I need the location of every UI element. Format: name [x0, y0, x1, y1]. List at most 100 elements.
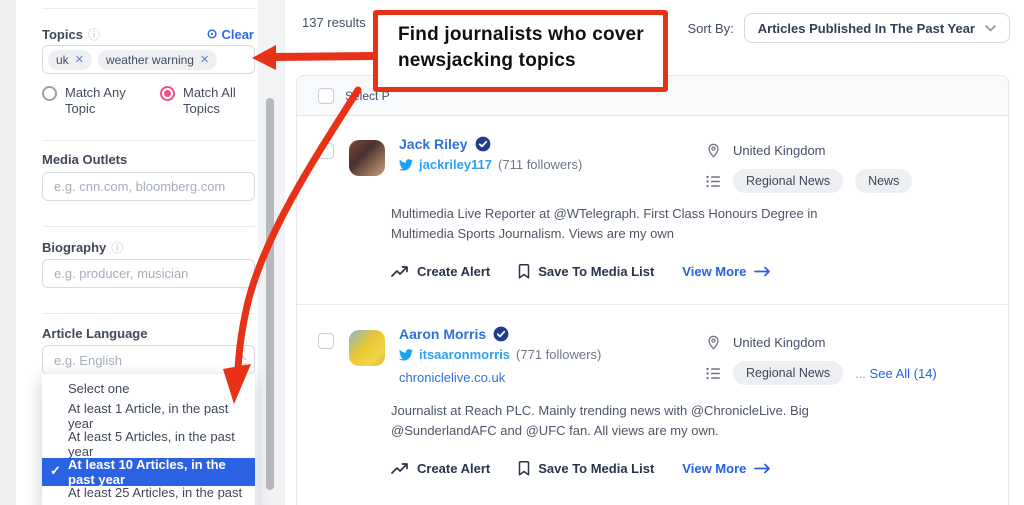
view-more-label: View More	[682, 461, 746, 476]
topics-list-icon	[706, 367, 721, 380]
close-icon[interactable]: ✕	[75, 53, 84, 66]
topics-label: Topics ⓘ	[42, 26, 100, 43]
journalist-card: Aaron Morris itsaaronmorris (771 followe…	[297, 305, 1008, 505]
section-divider	[42, 8, 255, 9]
clear-label: Clear	[221, 27, 254, 42]
journalist-card: Jack Riley jackriley117 (711 followers) …	[297, 116, 1008, 305]
sort-by-value: Articles Published In The Past Year	[758, 21, 975, 36]
see-all-topics: ... See All (14)	[855, 366, 937, 381]
topic-badge[interactable]: Regional News	[733, 169, 843, 193]
biography-label: Biography ⓘ	[42, 239, 123, 256]
clear-icon: ⊙	[207, 26, 218, 42]
topics-list-icon	[706, 175, 721, 188]
followers-count: (771 followers)	[516, 347, 601, 362]
media-outlets-label: Media Outlets	[42, 152, 127, 167]
bookmark-icon	[518, 461, 530, 476]
scrollbar-thumb[interactable]	[266, 98, 274, 490]
section-divider	[42, 313, 255, 314]
close-icon[interactable]: ✕	[200, 53, 209, 66]
topic-tag-label: weather warning	[106, 53, 194, 67]
location-pin-icon	[706, 334, 721, 350]
twitter-icon	[399, 159, 413, 171]
info-icon: ⓘ	[88, 26, 100, 43]
website-link[interactable]: chroniclelive.co.uk	[399, 370, 601, 385]
view-more-label: View More	[682, 264, 746, 279]
articles-count-dropdown: Select one At least 1 Article, in the pa…	[42, 374, 255, 505]
journalist-name-link[interactable]: Jack Riley	[399, 136, 468, 152]
biography-input[interactable]	[42, 259, 255, 288]
verified-badge-icon	[493, 326, 509, 342]
see-all-link[interactable]: See All (14)	[870, 366, 937, 381]
topic-tag[interactable]: weather warning ✕	[98, 50, 217, 70]
journalist-location: United Kingdom	[733, 143, 826, 158]
verified-badge-icon	[475, 136, 491, 152]
match-any-topic-label: Match AnyTopic	[65, 85, 126, 117]
create-alert-button[interactable]: Create Alert	[391, 461, 490, 476]
journalist-bio: Multimedia Live Reporter at @WTelegraph.…	[391, 204, 839, 243]
check-icon: ✓	[50, 463, 61, 479]
info-icon: ⓘ	[111, 239, 123, 256]
topics-input[interactable]: uk ✕ weather warning ✕	[42, 45, 255, 74]
dropdown-option[interactable]: At least 1 Article, in the past year	[42, 402, 255, 430]
journalist-location: United Kingdom	[733, 335, 826, 350]
match-all-topics-radio[interactable]: Match AllTopics	[160, 85, 236, 117]
select-page-checkbox[interactable]	[318, 88, 334, 104]
arrow-right-icon	[754, 266, 771, 277]
avatar[interactable]	[349, 330, 385, 366]
location-pin-icon	[706, 142, 721, 158]
results-list: Select P Jack Riley jackriley117 (711 fo…	[296, 75, 1009, 505]
save-to-media-list-label: Save To Media List	[538, 461, 654, 476]
twitter-handle-link[interactable]: jackriley117	[419, 157, 492, 172]
dropdown-option[interactable]: Select one	[42, 374, 255, 402]
sort-by-dropdown[interactable]: Articles Published In The Past Year	[744, 13, 1010, 43]
article-language-input[interactable]	[42, 345, 255, 375]
create-alert-button[interactable]: Create Alert	[391, 264, 490, 279]
journalist-bio: Journalist at Reach PLC. Mainly trending…	[391, 401, 839, 440]
annotation-text: Find journalists who cover	[398, 22, 663, 48]
dropdown-option[interactable]: At least 25 Articles, in the past year	[42, 486, 255, 505]
radio-unselected-icon[interactable]	[42, 86, 57, 101]
create-alert-label: Create Alert	[417, 461, 490, 476]
match-all-topics-label: Match AllTopics	[183, 85, 236, 117]
topic-badge[interactable]: Regional News	[733, 361, 843, 385]
sidebar-scroll-gutter	[258, 0, 285, 505]
save-to-media-list-label: Save To Media List	[538, 264, 654, 279]
topic-match-options: Match AnyTopic Match AllTopics	[42, 85, 255, 117]
clear-topics-button[interactable]: ⊙ Clear	[207, 26, 254, 42]
avatar[interactable]	[349, 140, 385, 176]
sort-control: Sort By: Articles Published In The Past …	[688, 13, 1010, 43]
sort-by-label: Sort By:	[688, 21, 734, 36]
section-divider	[42, 140, 255, 141]
view-more-link[interactable]: View More	[682, 461, 771, 476]
dropdown-option-selected[interactable]: ✓ At least 10 Articles, in the past year	[42, 458, 255, 486]
save-to-media-list-button[interactable]: Save To Media List	[518, 264, 654, 279]
section-divider	[42, 226, 255, 227]
annotation-text: newsjacking topics	[398, 48, 663, 74]
dropdown-option[interactable]: At least 5 Articles, in the past year	[42, 430, 255, 458]
topic-tag[interactable]: uk ✕	[48, 50, 92, 70]
view-more-link[interactable]: View More	[682, 264, 771, 279]
topic-tag-label: uk	[56, 53, 69, 67]
topic-badge[interactable]: News	[855, 169, 912, 193]
radio-selected-icon[interactable]	[160, 86, 175, 101]
annotation-callout: Find journalists who cover newsjacking t…	[373, 10, 668, 92]
arrow-right-icon	[754, 463, 771, 474]
twitter-handle-link[interactable]: itsaaronmorris	[419, 347, 510, 362]
match-any-topic-radio[interactable]: Match AnyTopic	[42, 85, 160, 117]
trending-up-icon	[391, 265, 409, 278]
dropdown-option-label: At least 10 Articles, in the past year	[68, 457, 255, 487]
select-journalist-checkbox[interactable]	[318, 333, 334, 349]
journalist-name-link[interactable]: Aaron Morris	[399, 326, 486, 342]
chevron-down-icon	[985, 25, 996, 32]
media-outlets-input[interactable]	[42, 172, 255, 201]
select-journalist-checkbox[interactable]	[318, 143, 334, 159]
topics-label-text: Topics	[42, 27, 83, 42]
page-left-gutter	[0, 0, 16, 505]
results-count: 137 results	[302, 15, 366, 30]
article-language-label: Article Language	[42, 326, 147, 341]
create-alert-label: Create Alert	[417, 264, 490, 279]
followers-count: (711 followers)	[498, 157, 582, 172]
save-to-media-list-button[interactable]: Save To Media List	[518, 461, 654, 476]
filters-sidebar: Topics ⓘ ⊙ Clear uk ✕ weather warning ✕ …	[16, 0, 258, 505]
trending-up-icon	[391, 462, 409, 475]
